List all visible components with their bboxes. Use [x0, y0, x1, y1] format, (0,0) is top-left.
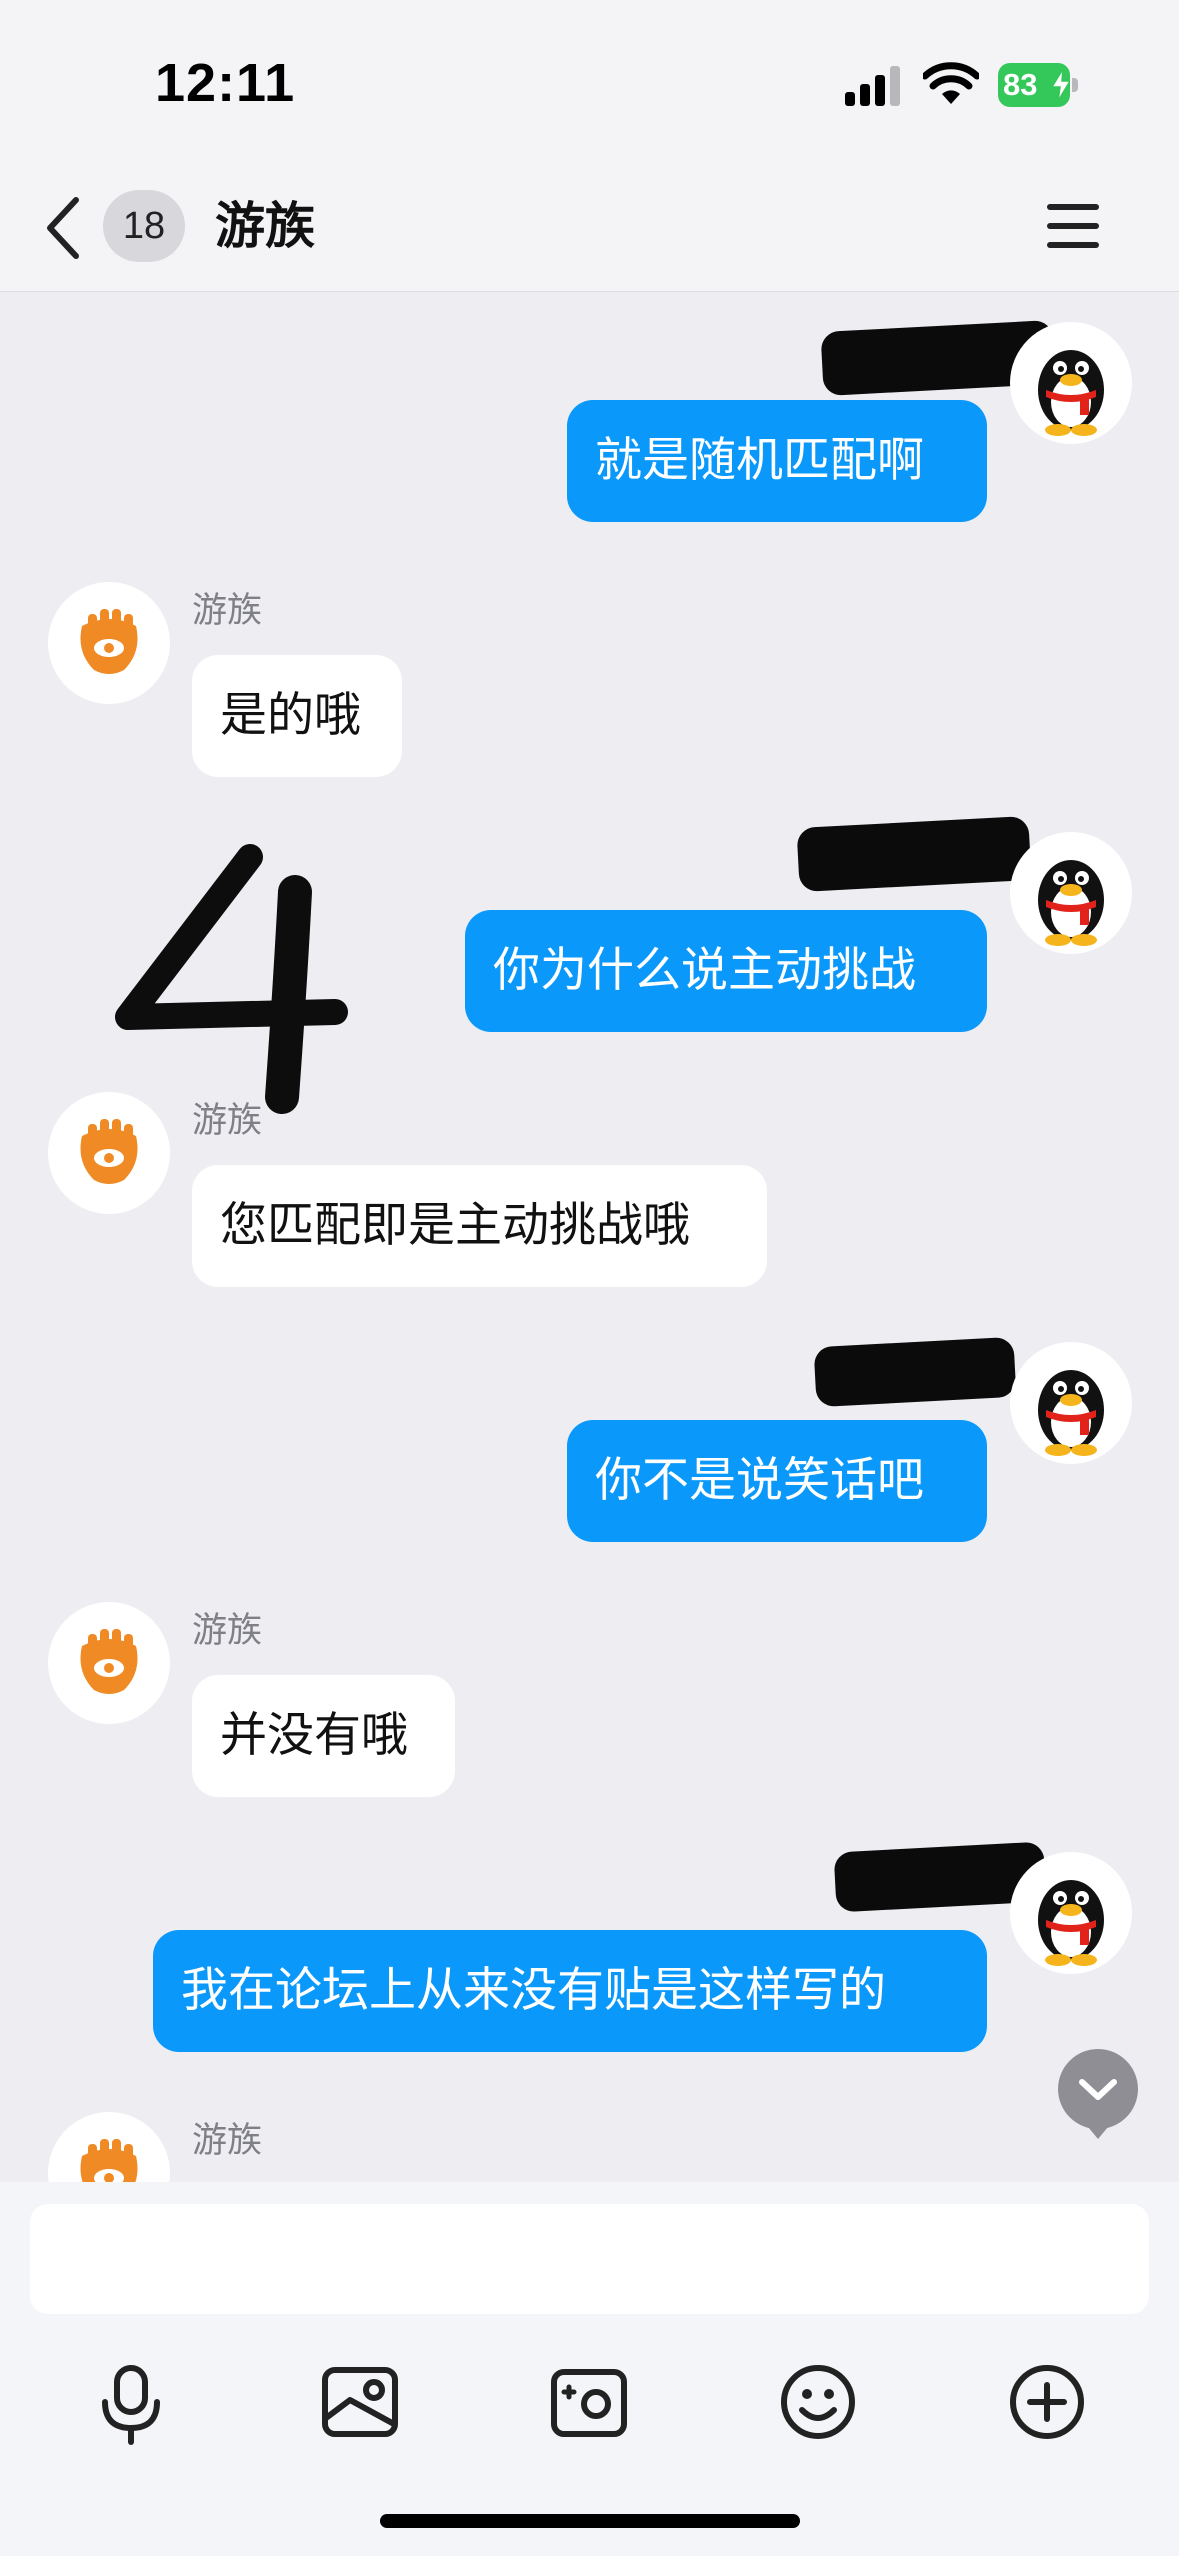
youzu-logo-icon	[80, 1629, 138, 1694]
penguin-icon	[1038, 1370, 1104, 1456]
youzu-avatar[interactable]	[48, 1092, 170, 1214]
qq-penguin-avatar[interactable]	[1010, 322, 1132, 444]
youzu-logo-icon	[80, 1119, 138, 1184]
home-indicator	[380, 2514, 800, 2528]
redacted-sender-name	[813, 1336, 1017, 1408]
unread-count-badge[interactable]: 18	[103, 190, 185, 262]
sender-name: 游族	[192, 2121, 263, 2161]
incoming-message-bubble[interactable]: 是的哦	[192, 655, 402, 777]
sender-name: 游族	[192, 1101, 263, 1141]
plus-icon[interactable]	[997, 2352, 1097, 2452]
sender-name: 游族	[192, 1611, 263, 1651]
outgoing-message-bubble[interactable]: 就是随机匹配啊	[567, 400, 987, 522]
message-composer	[0, 2182, 1179, 2556]
chat-title: 游族	[215, 197, 315, 255]
outgoing-message-bubble[interactable]: 你不是说笑话吧	[567, 1420, 987, 1542]
incoming-message-bubble[interactable]: 并没有哦	[192, 1675, 455, 1797]
scroll-to-bottom-button[interactable]	[1058, 2049, 1138, 2139]
youzu-logo-icon	[80, 2139, 138, 2182]
camera-icon[interactable]	[539, 2352, 639, 2452]
handwritten-number-annotation	[115, 844, 348, 1114]
penguin-icon	[1038, 860, 1104, 946]
battery-charging-icon: 83	[998, 63, 1078, 107]
image-icon[interactable]	[310, 2352, 410, 2452]
outgoing-message-bubble[interactable]: 我在论坛上从来没有贴是这样写的	[153, 1930, 987, 2052]
sender-name: 游族	[192, 591, 263, 631]
message-input[interactable]	[30, 2204, 1149, 2314]
bolt-icon	[1052, 69, 1070, 101]
penguin-icon	[1038, 1880, 1104, 1966]
battery-cap	[1072, 78, 1078, 92]
incoming-message-bubble[interactable]: 您匹配即是主动挑战哦	[192, 1165, 767, 1287]
wifi-icon	[923, 62, 979, 104]
penguin-icon	[1038, 350, 1104, 436]
chevron-down-icon	[1079, 2079, 1117, 2139]
chat-message-list[interactable]: 就是随机匹配啊 游族 是的哦 你为什么说主动挑战 游族 您匹配即是主动挑战哦 你…	[0, 292, 1179, 2182]
status-time: 12:11	[155, 53, 296, 113]
redacted-sender-name	[796, 815, 1032, 893]
cellular-signal-icon	[845, 66, 900, 106]
emoji-icon[interactable]	[768, 2352, 868, 2452]
qq-penguin-avatar[interactable]	[1010, 1342, 1132, 1464]
qq-penguin-avatar[interactable]	[1010, 832, 1132, 954]
outgoing-message-bubble[interactable]: 你为什么说主动挑战	[465, 910, 987, 1032]
status-bar: 12:11 83	[0, 0, 1179, 170]
nav-bar: 18 游族	[0, 170, 1179, 292]
microphone-icon[interactable]	[81, 2352, 181, 2452]
youzu-avatar[interactable]	[48, 582, 170, 704]
youzu-logo-icon	[80, 609, 138, 674]
youzu-avatar[interactable]	[48, 1602, 170, 1724]
qq-penguin-avatar[interactable]	[1010, 1852, 1132, 1974]
chevron-left-icon[interactable]	[44, 196, 84, 260]
hamburger-menu-icon[interactable]	[1045, 202, 1101, 250]
youzu-avatar[interactable]	[48, 2112, 170, 2182]
